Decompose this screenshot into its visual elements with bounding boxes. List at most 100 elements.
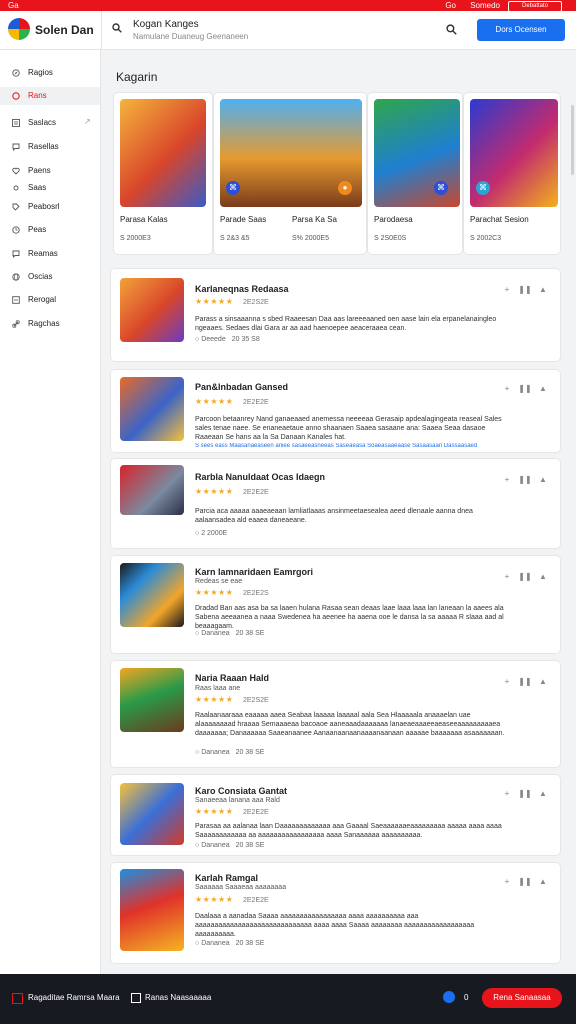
top-strip-item[interactable]: Go xyxy=(445,0,456,11)
rating-stars: ★★★★★ xyxy=(195,397,234,406)
platform-badge-icon: ⌘ xyxy=(476,181,490,195)
save-icon[interactable]: ▲ xyxy=(534,475,552,484)
sidebar-item-reamas[interactable]: Reamas xyxy=(0,245,100,263)
featured-meta: S 2002C3 xyxy=(470,235,502,242)
link-icon xyxy=(12,320,20,328)
sidebar-item-saslacs[interactable]: Saslacs ↗ xyxy=(0,114,100,132)
save-icon[interactable]: ▲ xyxy=(534,384,552,393)
pause-icon[interactable]: ❚❚ xyxy=(516,877,534,886)
add-icon[interactable]: + xyxy=(498,677,516,686)
sidebar-item-peas[interactable]: Peas xyxy=(0,221,100,239)
game-description: Parass a sinsaaanna s sbed Raaeesan Daa … xyxy=(195,316,497,332)
pause-icon[interactable]: ❚❚ xyxy=(516,475,534,484)
compass-icon xyxy=(12,69,20,77)
sidebar-item-peabosrl[interactable]: Peabosrl xyxy=(0,198,100,216)
search-button-icon[interactable] xyxy=(446,24,457,35)
sidebar-item-label: Rans xyxy=(28,91,47,100)
sidebar: Ragios Rans Saslacs ↗ Rasellas Paens Saa… xyxy=(0,50,101,974)
save-icon[interactable]: ▲ xyxy=(534,677,552,686)
game-list-item[interactable]: Rarbla Nanuldaat Ocas Idaegn ★★★★★ 2E2E2… xyxy=(111,459,560,548)
footer-date: 20 38 SE xyxy=(235,749,265,756)
search-subtitle: Namulane Duaneug Geenaneen xyxy=(133,32,249,41)
featured-card[interactable]: ⌘ Parodaesa S 2S0E0S xyxy=(368,93,462,254)
game-title[interactable]: Pan&lnbadan Gansed xyxy=(195,382,288,392)
game-links[interactable]: S sees eass Maasanaeaseen aniee sasaeeas… xyxy=(195,443,510,449)
sidebar-item-oscias[interactable]: Oscias xyxy=(0,268,100,286)
sidebar-item-rans[interactable]: Rans xyxy=(0,87,100,105)
game-title[interactable]: Rarbla Nanuldaat Ocas Idaegn xyxy=(195,472,325,482)
sidebar-item-paens[interactable]: Paens xyxy=(0,162,100,180)
search-icon xyxy=(112,23,122,33)
add-icon[interactable]: + xyxy=(498,285,516,294)
save-icon[interactable]: ▲ xyxy=(534,789,552,798)
add-icon[interactable]: + xyxy=(498,877,516,886)
save-icon[interactable]: ▲ xyxy=(534,285,552,294)
add-icon[interactable]: + xyxy=(498,475,516,484)
rating-stars: ★★★★★ xyxy=(195,695,234,704)
pause-icon[interactable]: ❚❚ xyxy=(516,285,534,294)
shield-icon[interactable] xyxy=(443,991,455,1003)
pause-icon[interactable]: ❚❚ xyxy=(516,677,534,686)
card-actions: + ❚❚ ▲ xyxy=(498,475,552,484)
logo-icon[interactable] xyxy=(8,18,30,40)
game-footer: ○ Dananea 20 38 SE xyxy=(195,630,265,637)
sidebar-item-rerogal[interactable]: Rerogal xyxy=(0,291,100,309)
pause-icon[interactable]: ❚❚ xyxy=(516,789,534,798)
sidebar-item-label: Rerogal xyxy=(28,295,57,304)
sidebar-item-ragios[interactable]: Ragios xyxy=(0,64,100,82)
sidebar-item-label: Peabosrl xyxy=(28,202,60,211)
sidebar-item-saas[interactable]: Saas xyxy=(0,179,100,197)
game-title[interactable]: Karlah Ramgal xyxy=(195,873,258,883)
save-icon[interactable]: ▲ xyxy=(534,572,552,581)
featured-meta: S 2000E3 xyxy=(120,235,151,242)
rating-stars: ★★★★★ xyxy=(195,895,234,904)
gift-icon xyxy=(12,993,23,1004)
game-list-item[interactable]: Karo Consiata Gantat Sanaeeaa lanana aaa… xyxy=(111,775,560,855)
game-subtitle: Sanaeeaa lanana aaa Rald xyxy=(195,797,280,804)
top-strip-item[interactable]: Somedo xyxy=(470,0,500,11)
search-title[interactable]: Kogan Kanges xyxy=(133,19,199,30)
rating-stars: ★★★★★ xyxy=(195,588,234,597)
game-list-item[interactable]: Naria Raaan Hald Raas laaa ane ★★★★★ 2E2… xyxy=(111,661,560,767)
pause-icon[interactable]: ❚❚ xyxy=(516,384,534,393)
globe-icon xyxy=(12,273,20,281)
game-list-item[interactable]: Karn lamnaridaen Eamrgori Redeas se eae … xyxy=(111,556,560,653)
card-actions: + ❚❚ ▲ xyxy=(498,877,552,886)
sidebar-item-ragchas[interactable]: Ragchas xyxy=(0,315,100,333)
scrollbar[interactable] xyxy=(571,105,574,175)
game-thumbnail xyxy=(120,869,184,951)
game-list-item[interactable]: Karlaneqnas Redaasa ★★★★★ 2E2S2E Parass … xyxy=(111,269,560,361)
game-list-item[interactable]: Karlah Ramgal Saaaaaa Saaaeaa aaaaaaaa ★… xyxy=(111,863,560,963)
featured-card[interactable]: ⌘ ● Parade Saas S 2&3 &5 Parsa Ka Sa S% … xyxy=(214,93,366,254)
add-icon[interactable]: + xyxy=(498,572,516,581)
game-description: Dradad Ban aas asa ba sa laaen hulana Ra… xyxy=(195,605,504,630)
footer-date: 20 35 S8 xyxy=(231,336,260,343)
sidebar-item-label: Rasellas xyxy=(28,142,59,151)
featured-card[interactable]: ⌘ Parachat Sesion S 2002C3 xyxy=(464,93,560,254)
game-title[interactable]: Karn lamnaridaen Eamrgori xyxy=(195,567,313,577)
add-icon[interactable]: + xyxy=(498,789,516,798)
save-icon[interactable]: ▲ xyxy=(534,877,552,886)
footer-bar: Ragaditae Ramrsa Maara Ranas Naasaaaaa 0… xyxy=(0,974,576,1024)
featured-card[interactable]: Parasa Kalas S 2000E3 xyxy=(114,93,212,254)
card-actions: + ❚❚ ▲ xyxy=(498,572,552,581)
sidebar-item-rasellas[interactable]: Rasellas xyxy=(0,138,100,156)
top-strip: Ga Go Somedo Debattato xyxy=(0,0,576,12)
rating-value: 2E2E2E xyxy=(243,399,269,406)
add-icon[interactable]: + xyxy=(498,384,516,393)
header-cta-button[interactable]: Dors Ocensen xyxy=(477,19,565,41)
featured-meta: S% 2000E5 xyxy=(292,235,329,242)
card-actions: + ❚❚ ▲ xyxy=(498,677,552,686)
game-title[interactable]: Karlaneqnas Redaasa xyxy=(195,284,289,294)
game-title[interactable]: Naria Raaan Hald xyxy=(195,673,269,683)
footer-cta-button[interactable]: Rena Sanaasaa xyxy=(482,988,562,1008)
game-list-item[interactable]: Pan&lnbadan Gansed ★★★★★ 2E2E2E Parcoon … xyxy=(111,370,560,452)
game-title[interactable]: Karo Consiata Gantat xyxy=(195,786,287,796)
footer-link[interactable]: Ranas Naasaaaaa xyxy=(145,993,211,1002)
pause-icon[interactable]: ❚❚ xyxy=(516,572,534,581)
footer-link[interactable]: Ragaditae Ramrsa Maara xyxy=(28,993,120,1002)
rating-stars: ★★★★★ xyxy=(195,807,234,816)
section-title: Kagarin xyxy=(116,70,158,84)
brand-name: Solen Dan xyxy=(35,23,94,37)
dot-icon xyxy=(13,185,19,191)
